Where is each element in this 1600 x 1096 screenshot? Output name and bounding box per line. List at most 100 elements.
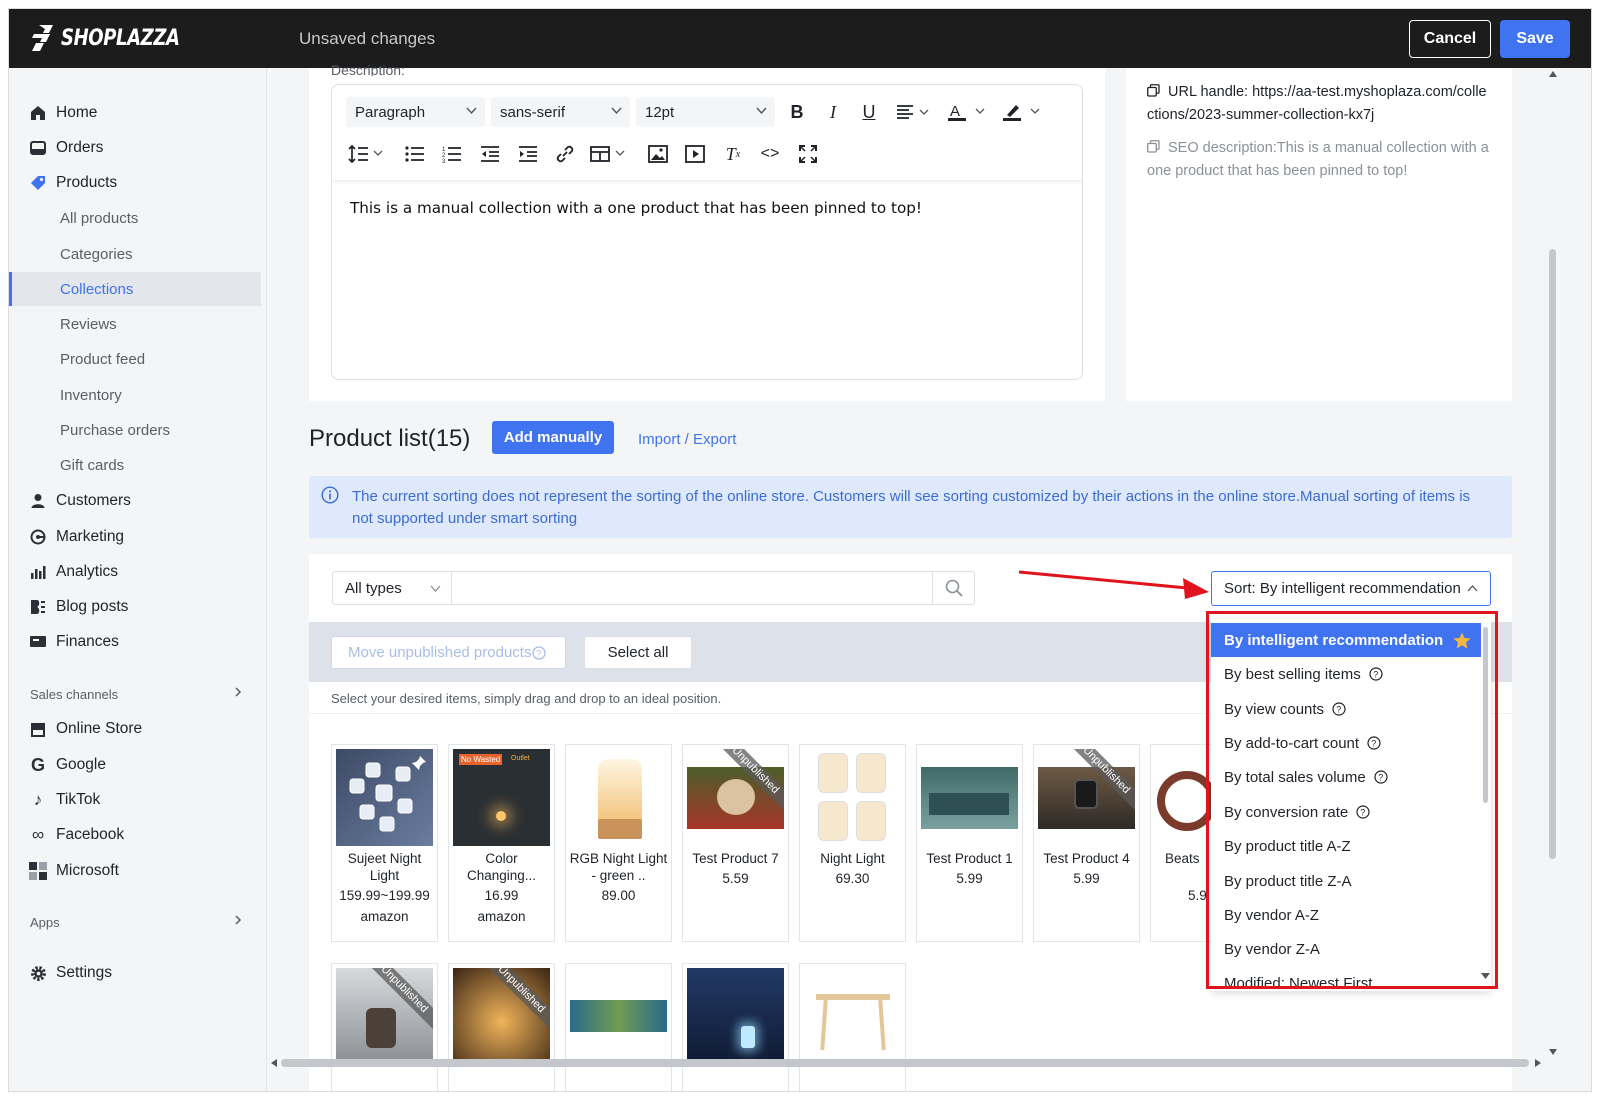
chevron-right-icon[interactable] bbox=[233, 687, 243, 697]
sidebar-item-google[interactable]: G Google bbox=[9, 748, 261, 782]
underline-icon[interactable]: U bbox=[856, 99, 882, 125]
product-card[interactable]: RGB Night Light - green .. 89.00 bbox=[565, 744, 672, 942]
product-image: Unpublished bbox=[1038, 749, 1135, 846]
sidebar-item-categories[interactable]: Categories bbox=[9, 237, 261, 271]
product-card[interactable] bbox=[682, 963, 789, 1091]
tag-icon bbox=[29, 174, 47, 192]
sidebar-item-inventory[interactable]: Inventory bbox=[9, 378, 261, 412]
italic-icon[interactable]: I bbox=[820, 99, 846, 125]
line-height-icon[interactable] bbox=[348, 141, 388, 167]
search-button[interactable] bbox=[932, 571, 975, 605]
sidebar-item-gift-cards[interactable]: Gift cards bbox=[9, 448, 261, 482]
sidebar-item-finances[interactable]: Finances bbox=[9, 625, 261, 659]
sidebar-item-label: Categories bbox=[60, 245, 133, 263]
product-card[interactable] bbox=[565, 963, 672, 1091]
page-vertical-scrollbar[interactable] bbox=[1549, 249, 1556, 859]
sidebar-item-analytics[interactable]: Analytics bbox=[9, 555, 261, 589]
sidebar: Home Orders Products All products Catego… bbox=[9, 68, 267, 1091]
product-name: RGB Night Light - green .. bbox=[569, 851, 668, 883]
scroll-right-arrow-icon[interactable] bbox=[1535, 1059, 1541, 1067]
sidebar-item-purchase-orders[interactable]: Purchase orders bbox=[9, 413, 261, 447]
chevron-right-icon[interactable] bbox=[233, 915, 243, 925]
scroll-up-arrow-icon[interactable] bbox=[1549, 71, 1557, 77]
app-window: SHOPLAZZA Unsaved changes Cancel Save Ho… bbox=[8, 8, 1592, 1092]
sidebar-item-all-products[interactable]: All products bbox=[9, 201, 261, 235]
import-export-link[interactable]: Import / Export bbox=[638, 431, 736, 448]
highlight-annotation bbox=[1206, 611, 1498, 989]
sidebar-item-blog-posts[interactable]: Blog posts bbox=[9, 590, 261, 624]
table-icon[interactable] bbox=[590, 141, 630, 167]
page-horizontal-scrollbar[interactable] bbox=[281, 1059, 1529, 1067]
marketing-icon bbox=[29, 528, 47, 546]
product-card[interactable]: Night Light 69.30 bbox=[799, 744, 906, 942]
sidebar-item-products[interactable]: Products bbox=[9, 166, 261, 200]
copy-icon[interactable] bbox=[1147, 140, 1160, 153]
numbered-list-icon[interactable]: 123 bbox=[439, 141, 465, 167]
product-card[interactable]: No Wasted Outlet Color Changing... 16.99… bbox=[448, 744, 555, 942]
sidebar-item-product-feed[interactable]: Product feed bbox=[9, 342, 261, 376]
scroll-down-arrow-icon[interactable] bbox=[1549, 1049, 1557, 1055]
product-image: No Wasted Outlet bbox=[453, 749, 550, 846]
product-price: 159.99~199.99 bbox=[339, 888, 430, 903]
bold-icon[interactable]: B bbox=[784, 99, 810, 125]
product-card[interactable] bbox=[799, 963, 906, 1091]
product-image bbox=[570, 968, 667, 1065]
brand-name: SHOPLAZZA bbox=[61, 25, 180, 51]
url-handle: URL handle: https://aa-test.myshoplaza.c… bbox=[1147, 81, 1492, 127]
product-card[interactable]: Sujeet Night Light 159.99~199.99 amazon bbox=[331, 744, 438, 942]
home-icon bbox=[29, 104, 47, 122]
tiktok-icon: ♪ bbox=[33, 790, 43, 809]
sort-value: Sort: By intelligent recommendation bbox=[1224, 580, 1461, 597]
highlight-icon[interactable] bbox=[1003, 99, 1043, 125]
product-card[interactable]: Unpublished Test Product 4 5.99 bbox=[1033, 744, 1140, 942]
clear-format-icon[interactable]: Tx bbox=[720, 141, 746, 167]
product-card[interactable]: Unpublished bbox=[331, 963, 438, 1091]
type-filter-value: All types bbox=[345, 579, 402, 597]
image-icon[interactable] bbox=[645, 141, 671, 167]
product-image bbox=[336, 749, 433, 846]
select-all-button[interactable]: Select all bbox=[584, 636, 692, 669]
scroll-left-arrow-icon[interactable] bbox=[271, 1059, 277, 1067]
font-size-select[interactable]: 12pt bbox=[636, 97, 775, 127]
code-icon[interactable]: <> bbox=[757, 141, 783, 167]
cancel-button[interactable]: Cancel bbox=[1409, 20, 1491, 58]
sidebar-item-customers[interactable]: Customers bbox=[9, 484, 261, 518]
shoplazza-logo[interactable]: SHOPLAZZA bbox=[31, 24, 206, 52]
save-button[interactable]: Save bbox=[1500, 20, 1570, 58]
product-card[interactable]: Unpublished Test Product 7 5.59 bbox=[682, 744, 789, 942]
product-vendor: amazon bbox=[360, 909, 409, 924]
sidebar-item-facebook[interactable]: ∞ Facebook bbox=[9, 818, 261, 852]
sidebar-item-microsoft[interactable]: Microsoft bbox=[9, 854, 261, 888]
block-format-select[interactable]: Paragraph bbox=[346, 97, 485, 127]
font-family-select[interactable]: sans-serif bbox=[491, 97, 630, 127]
sidebar-item-label: Purchase orders bbox=[60, 421, 171, 439]
sort-select[interactable]: Sort: By intelligent recommendation bbox=[1211, 571, 1491, 606]
sidebar-item-label: Settings bbox=[56, 964, 113, 981]
outdent-icon[interactable] bbox=[477, 141, 503, 167]
sidebar-item-home[interactable]: Home bbox=[9, 96, 261, 130]
sidebar-item-tiktok[interactable]: ♪ TikTok bbox=[9, 783, 261, 817]
fullscreen-icon[interactable] bbox=[795, 141, 821, 167]
product-card[interactable]: Unpublished bbox=[448, 963, 555, 1091]
move-unpublished-button[interactable]: Move unpublished products ? bbox=[331, 636, 566, 669]
sidebar-item-reviews[interactable]: Reviews bbox=[9, 307, 261, 341]
video-icon[interactable] bbox=[682, 141, 708, 167]
sidebar-item-marketing[interactable]: Marketing bbox=[9, 520, 261, 554]
product-card[interactable]: Test Product 1 5.99 bbox=[916, 744, 1023, 942]
text-color-icon[interactable]: A bbox=[948, 99, 988, 125]
link-icon[interactable] bbox=[552, 141, 578, 167]
sidebar-item-label: Customers bbox=[56, 492, 131, 509]
add-manually-button[interactable]: Add manually bbox=[492, 421, 614, 454]
editor-content[interactable]: This is a manual collection with a one p… bbox=[350, 199, 922, 217]
product-price: 5.99 bbox=[956, 871, 983, 886]
indent-icon[interactable] bbox=[515, 141, 541, 167]
search-input[interactable] bbox=[451, 571, 933, 605]
bullet-list-icon[interactable] bbox=[402, 141, 428, 167]
type-filter-select[interactable]: All types bbox=[332, 571, 452, 605]
sidebar-item-orders[interactable]: Orders bbox=[9, 131, 261, 165]
sidebar-item-online-store[interactable]: Online Store bbox=[9, 712, 261, 746]
sidebar-item-collections[interactable]: Collections bbox=[9, 272, 261, 306]
sidebar-item-settings[interactable]: Settings bbox=[9, 956, 261, 990]
copy-icon[interactable] bbox=[1147, 84, 1160, 97]
align-icon[interactable] bbox=[893, 99, 933, 125]
